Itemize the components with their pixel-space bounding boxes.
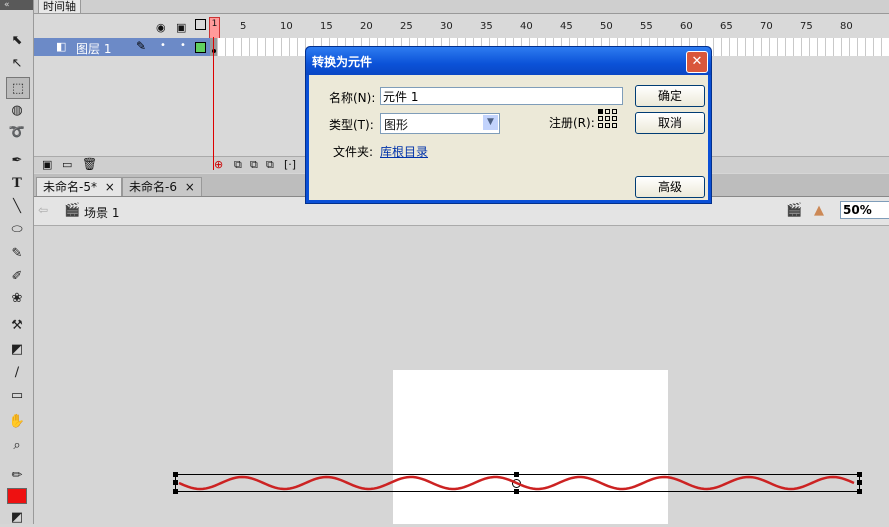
- frame-ruler[interactable]: 15101520253035404550556065707580: [210, 14, 889, 38]
- edit-symbols-icon[interactable]: ▲: [814, 203, 824, 218]
- folder-label: 文件夹:: [333, 145, 374, 159]
- doc-tab-2[interactable]: 未命名-6 ×: [122, 177, 202, 196]
- brush-tool-icon[interactable]: ✐: [6, 266, 28, 286]
- registration-label: 注册(R):: [549, 116, 595, 130]
- registration-grid-icon[interactable]: [598, 109, 618, 129]
- stage[interactable]: [393, 370, 668, 524]
- pen-tool-icon[interactable]: ✒: [6, 150, 28, 170]
- close-icon[interactable]: ×: [105, 180, 115, 194]
- zoom-field[interactable]: [840, 201, 889, 219]
- frame-number: 55: [640, 21, 653, 32]
- text-tool-icon[interactable]: T: [6, 173, 28, 193]
- scene-label[interactable]: 场景 1: [84, 204, 119, 221]
- doc-tab-label: 未命名-6: [129, 180, 177, 194]
- edit-multiple-icon[interactable]: ⧉: [266, 158, 274, 172]
- frame-number: 5: [240, 21, 247, 32]
- frame-number: 25: [400, 21, 413, 32]
- frame-number: 35: [480, 21, 493, 32]
- close-icon[interactable]: ✕: [686, 51, 708, 73]
- free-transform-tool-icon[interactable]: ⬚: [6, 77, 30, 99]
- hand-tool-icon[interactable]: ✋: [6, 411, 28, 431]
- scene-icon: 🎬: [64, 203, 81, 218]
- oval-tool-icon[interactable]: ⬭: [6, 219, 28, 239]
- dialog-body: 名称(N): 类型(T): 图形 ▼ 注册(R): 文件夹: 库根目录 确定 取…: [309, 75, 708, 200]
- close-icon[interactable]: ×: [185, 180, 195, 194]
- eyedropper-tool-icon[interactable]: ∕: [6, 362, 28, 382]
- symbol-type-value: 图形: [384, 118, 409, 132]
- frame-number: 60: [680, 21, 693, 32]
- frame-number: 80: [840, 21, 853, 32]
- playhead-line: [213, 37, 214, 170]
- tools-panel: « ⬉ ↖ ⬚ ◍ ➰ ✒ T ╲ ⬭ ✎ ✐ ❀ ⚒ ◩ ∕ ▭ ✋ ⌕ ✏ …: [0, 0, 34, 527]
- outline-icon[interactable]: [195, 19, 206, 30]
- back-arrow-icon[interactable]: ⇦: [38, 203, 48, 217]
- edit-scene-icon[interactable]: 🎬: [786, 203, 802, 218]
- frame-number: 50: [600, 21, 613, 32]
- fill-color-swatch[interactable]: [6, 486, 28, 506]
- wave-line[interactable]: [175, 474, 858, 492]
- symbol-name-input[interactable]: [380, 87, 623, 105]
- zoom-tool-icon[interactable]: ⌕: [6, 435, 28, 455]
- onion-outline-icon[interactable]: ⧉: [250, 158, 258, 172]
- bone-tool-icon[interactable]: ⚒: [6, 315, 28, 335]
- deco-tool-icon[interactable]: ❀: [6, 288, 28, 308]
- chevron-down-icon[interactable]: ▼: [483, 115, 498, 130]
- layer-name[interactable]: 图层 1: [76, 40, 111, 57]
- delete-layer-icon[interactable]: 🗑: [82, 157, 97, 171]
- lock-icon[interactable]: ▣: [176, 21, 186, 34]
- convert-to-symbol-dialog: 转换为元件 ✕ 名称(N): 类型(T): 图形 ▼ 注册(R): 文件夹: 库…: [305, 46, 712, 204]
- frame-number: 10: [280, 21, 293, 32]
- frame-number: 45: [560, 21, 573, 32]
- frame-number: 15: [320, 21, 333, 32]
- advanced-button[interactable]: 高级: [635, 176, 705, 198]
- layer-icon: ◧: [56, 40, 67, 53]
- playhead-marker[interactable]: 1: [209, 17, 220, 39]
- frame-number: 20: [360, 21, 373, 32]
- name-label: 名称(N):: [329, 91, 376, 105]
- pencil-tool-icon[interactable]: ✎: [6, 243, 28, 263]
- visibility-dot-icon[interactable]: •: [160, 40, 166, 51]
- onion-skin-icon[interactable]: ⧉: [234, 158, 242, 172]
- cancel-button[interactable]: 取消: [635, 112, 705, 134]
- pencil-icon: ✎: [136, 39, 147, 53]
- subselection-tool-icon[interactable]: ↖: [6, 53, 28, 73]
- dialog-title-bar[interactable]: 转换为元件 ✕: [306, 47, 711, 75]
- center-frame-icon[interactable]: ⊕: [214, 158, 223, 171]
- lasso-tool-icon[interactable]: ➰: [6, 122, 28, 142]
- selection-tool-icon[interactable]: ⬉: [6, 30, 28, 50]
- modify-markers-icon[interactable]: [·]: [284, 158, 296, 171]
- eye-icon[interactable]: ◉: [156, 21, 166, 34]
- layer-row[interactable]: ◧ 图层 1 ✎ • •: [34, 38, 210, 56]
- ok-button[interactable]: 确定: [635, 85, 705, 107]
- line-tool-icon[interactable]: ╲: [6, 196, 28, 216]
- outline-color-icon[interactable]: [195, 42, 206, 53]
- timeline-tab-bar: 时间轴: [34, 0, 889, 14]
- 3d-rotation-tool-icon[interactable]: ◍: [6, 100, 28, 120]
- type-label: 类型(T):: [329, 118, 374, 132]
- frame-number: 30: [440, 21, 453, 32]
- frame-number: 75: [800, 21, 813, 32]
- doc-tab-label: 未命名-5*: [43, 180, 97, 194]
- paint-bucket-tool-icon[interactable]: ◩: [6, 339, 28, 359]
- doc-tab-1[interactable]: 未命名-5* ×: [36, 177, 122, 196]
- paint-bucket-fill-icon[interactable]: ◩: [6, 507, 28, 527]
- dialog-title: 转换为元件: [312, 55, 373, 69]
- symbol-type-select[interactable]: 图形 ▼: [380, 113, 500, 134]
- eraser-tool-icon[interactable]: ▭: [6, 385, 28, 405]
- new-layer-icon[interactable]: ▣: [42, 158, 52, 171]
- tools-panel-collapse[interactable]: «: [0, 0, 33, 10]
- frame-number: 40: [520, 21, 533, 32]
- stroke-color-icon[interactable]: ✏: [6, 465, 28, 485]
- frame-number: 70: [760, 21, 773, 32]
- new-folder-icon[interactable]: ▭: [62, 158, 72, 171]
- timeline-tab[interactable]: 时间轴: [38, 0, 81, 14]
- lock-dot-icon[interactable]: •: [180, 40, 186, 51]
- folder-link[interactable]: 库根目录: [380, 143, 428, 160]
- layer-list-empty: [34, 56, 210, 156]
- frame-number: 65: [720, 21, 733, 32]
